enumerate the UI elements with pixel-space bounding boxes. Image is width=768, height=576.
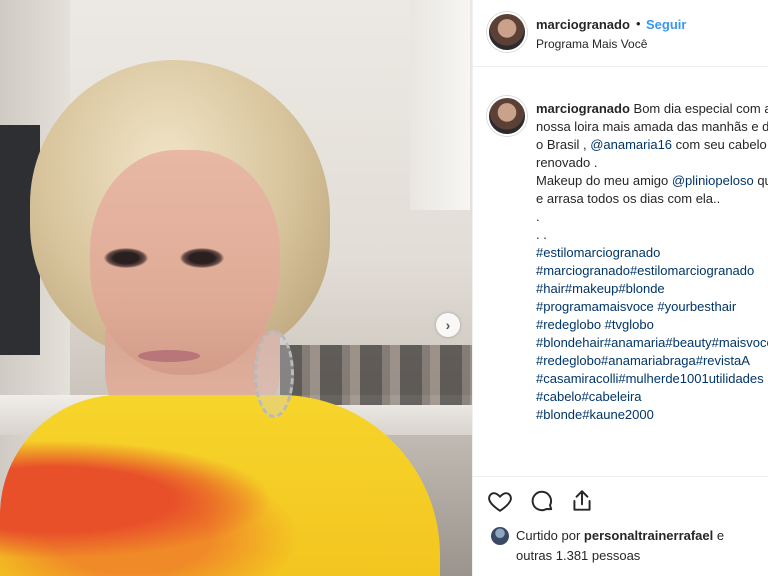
likes-count[interactable]: outras 1.381 pessoas [516,548,640,563]
header-separator: • [636,16,641,31]
person-eye-left [104,248,148,268]
likes-prefix: Curtido por [516,528,584,543]
caption-username[interactable]: marciogranado [536,101,630,116]
avatar[interactable] [491,527,509,545]
likes-text: Curtido por personaltrainerrafael e outra… [516,526,766,566]
heart-icon[interactable] [487,488,513,514]
caption-text: marciogranado Bom dia especial com a nos… [536,100,768,424]
background-pillar [410,0,470,210]
header-username[interactable]: marciogranado [536,17,630,32]
post-sidebar: marciogranado • Seguir Programa Mais Voc… [472,0,768,576]
caption-avatar[interactable] [487,96,527,136]
likes-connector: e [713,528,725,543]
comment-icon[interactable] [529,488,555,514]
post-image[interactable]: › [0,0,472,576]
mention-link[interactable]: @anamaria16 [590,137,672,152]
hashtags[interactable]: #estilomarciogranado #marciogranado#esti… [536,245,768,422]
comments-section[interactable]: marciogranado Bom dia especial com a nos… [473,67,768,469]
chevron-right-icon[interactable]: › [436,313,460,337]
avatar[interactable] [487,12,527,52]
share-icon[interactable] [569,488,595,514]
post-header: marciogranado • Seguir Programa Mais Voc… [473,0,768,67]
location-link[interactable]: Programa Mais Você [536,37,647,51]
follow-button[interactable]: Seguir [646,17,686,32]
person-mouth [138,350,200,362]
action-bar [473,476,768,521]
likes-section: Curtido por personaltrainerrafael e outra… [473,520,768,576]
person-earring [254,330,294,418]
person-eye-right [180,248,224,268]
background-shoes [280,345,472,405]
mention-link[interactable]: @pliniopeloso [672,173,754,188]
liker-username[interactable]: personaltrainerrafael [584,528,713,543]
